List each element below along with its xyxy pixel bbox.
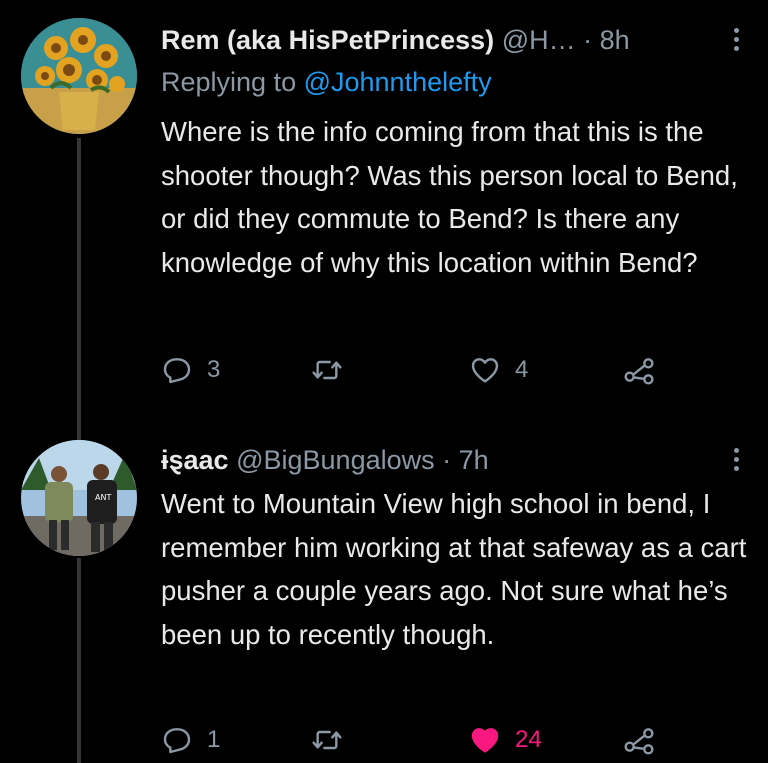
avatar[interactable] [21,18,137,134]
display-name[interactable]: ɨȿaac [161,445,229,475]
timestamp[interactable]: 8h [600,25,630,55]
reply-count: 3 [207,356,221,383]
reply-icon [163,728,191,754]
tweet-header: Rem (aka HisPetPrincess) @H… · 8h [161,20,768,60]
reply-count: 1 [207,726,221,753]
svg-text:ANT: ANT [95,493,111,502]
replying-to-prefix: Replying to [161,67,304,97]
mention-link[interactable]: @Johnnthelefty [304,67,492,97]
reply-button[interactable]: 3 [161,350,220,390]
tweet-text: Went to Mountain View high school in ben… [161,488,747,650]
user-handle[interactable]: @H… [502,25,576,55]
thread-line [77,558,81,763]
like-icon [471,358,499,383]
share-button[interactable] [623,350,655,390]
replying-to: Replying to @Johnnthelefty [161,62,492,102]
thread-line [77,138,81,440]
share-icon [624,358,654,385]
retweet-button[interactable] [311,720,357,760]
separator: · [583,25,593,55]
tweet-text: Where is the info coming from that this … [161,116,738,278]
tweet-actions: 1 24 [161,720,721,760]
reply-icon [163,358,191,384]
share-button[interactable] [623,720,655,760]
tweet-actions: 3 4 [161,350,721,390]
reply-button[interactable]: 1 [161,720,220,760]
more-icon[interactable] [734,448,740,474]
avatar[interactable]: ANT [21,440,137,556]
share-icon [624,728,654,755]
like-icon [471,728,499,753]
like-button[interactable]: 24 [469,720,542,760]
like-count: 4 [515,356,529,383]
tweet[interactable]: Rem (aka HisPetPrincess) @H… · 8h Replyi… [0,0,768,440]
tweet-header: ɨȿaac @BigBungalows · 7h [161,440,768,480]
retweet-button[interactable] [311,350,357,390]
display-name[interactable]: Rem (aka HisPetPrincess) [161,25,494,55]
more-icon[interactable] [734,28,740,54]
like-button[interactable]: 4 [469,350,528,390]
retweet-icon [312,360,342,380]
user-handle[interactable]: @BigBungalows [236,445,435,475]
timestamp[interactable]: 7h [459,445,489,475]
separator: · [442,445,452,475]
like-count: 24 [515,726,542,753]
tweet[interactable]: ANT ɨȿaac @BigBungalows · 7h Went to Mou… [0,440,768,763]
retweet-icon [312,730,342,750]
